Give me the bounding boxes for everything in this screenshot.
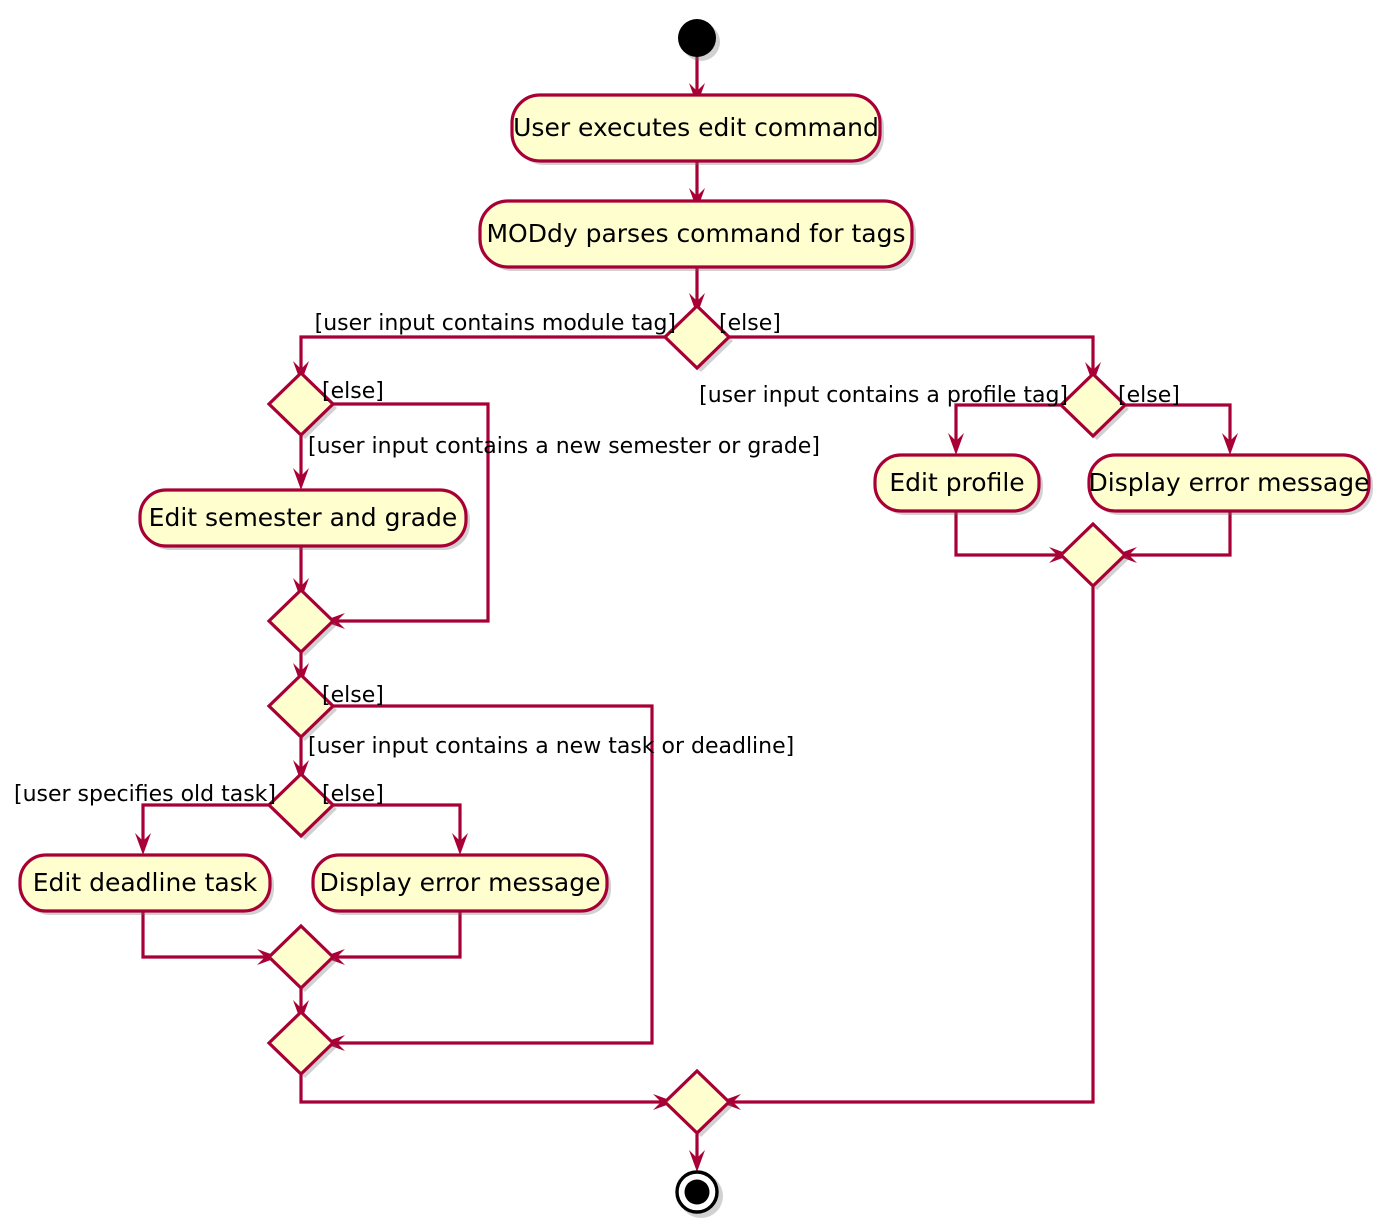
- merge-diamond-m1: [266, 587, 336, 655]
- guard-label-module-else: [else]: [719, 311, 781, 336]
- start-node: [678, 19, 716, 57]
- edge-d5-left-to-a6: [954, 403, 1065, 445]
- edge-m3-to-m5: [299, 1075, 665, 1104]
- guard-label-module-tag: [user input contains module tag]: [315, 311, 676, 336]
- activity-label-a6: Edit profile: [889, 468, 1024, 497]
- edge-m4-to-m5: [729, 587, 1095, 1104]
- diagram-canvas: User executes edit command MODdy parses …: [14, 19, 1373, 1218]
- merge-diamond-m3: [266, 1009, 336, 1077]
- activity-edit-deadline-task[interactable]: Edit deadline task: [18, 853, 272, 913]
- merge-semester-grade: [266, 587, 336, 655]
- activity-label-a5: Display error message: [320, 868, 601, 897]
- guard-label-old-task-else: [else]: [322, 782, 384, 807]
- edge-d1-right-to-d5: [725, 335, 1095, 374]
- guard-label-task-deadline: [user input contains a new task or deadl…: [308, 734, 794, 759]
- guard-label-profile-else: [else]: [1118, 383, 1180, 408]
- activity-display-error-message-task[interactable]: Display error message: [311, 853, 609, 913]
- end-node: [675, 1170, 719, 1214]
- guard-label-old-task: [user specifies old task]: [14, 782, 276, 807]
- guard-label-semester-grade: [user input contains a new semester or g…: [308, 434, 820, 459]
- guard-label-profile-tag: [user input contains a profile tag]: [699, 383, 1068, 408]
- guard-label-semester-else: [else]: [322, 379, 384, 404]
- edge-a4-to-m2: [141, 910, 269, 959]
- merge-diamond-m4: [1058, 521, 1128, 589]
- activity-label-a4: Edit deadline task: [33, 868, 258, 897]
- decision-profile-tag[interactable]: [1058, 371, 1128, 439]
- guard-label-task-else: [else]: [322, 683, 384, 708]
- merge-task-deadline: [266, 1009, 336, 1077]
- uml-activity-diagram: User executes edit command MODdy parses …: [0, 0, 1400, 1231]
- edge-d1-left-to-d2: [299, 335, 669, 373]
- activity-user-executes-edit-command[interactable]: User executes edit command: [510, 93, 882, 163]
- activity-label-a3: Edit semester and grade: [149, 503, 458, 532]
- guard-labels-layer: [user input contains module tag] [else] …: [14, 311, 1180, 807]
- merge-task-branch: [266, 923, 336, 991]
- decision-diamond-d5[interactable]: [1058, 371, 1128, 439]
- merge-final: [662, 1068, 732, 1136]
- activity-edit-profile[interactable]: Edit profile: [873, 453, 1041, 513]
- merge-diamond-m5: [662, 1068, 732, 1136]
- activity-edit-semester-and-grade[interactable]: Edit semester and grade: [138, 488, 468, 548]
- activity-label-a2: MODdy parses command for tags: [486, 219, 905, 248]
- activity-label-a1: User executes edit command: [513, 113, 879, 142]
- activity-display-error-message-profile[interactable]: Display error message: [1087, 453, 1371, 513]
- activity-moddy-parses-command-for-tags[interactable]: MODdy parses command for tags: [478, 199, 914, 269]
- activity-label-a7: Display error message: [1089, 468, 1370, 497]
- edge-d4-left-to-a4: [141, 803, 273, 845]
- edge-a6-to-m4: [954, 511, 1061, 557]
- merge-profile-branch: [1058, 521, 1128, 589]
- edge-d5-else-to-a7: [1121, 403, 1232, 445]
- edge-d4-else-to-a5: [329, 803, 462, 845]
- edge-a5-to-m2: [333, 910, 462, 959]
- edge-a7-to-m4: [1125, 511, 1232, 557]
- merge-diamond-m2: [266, 923, 336, 991]
